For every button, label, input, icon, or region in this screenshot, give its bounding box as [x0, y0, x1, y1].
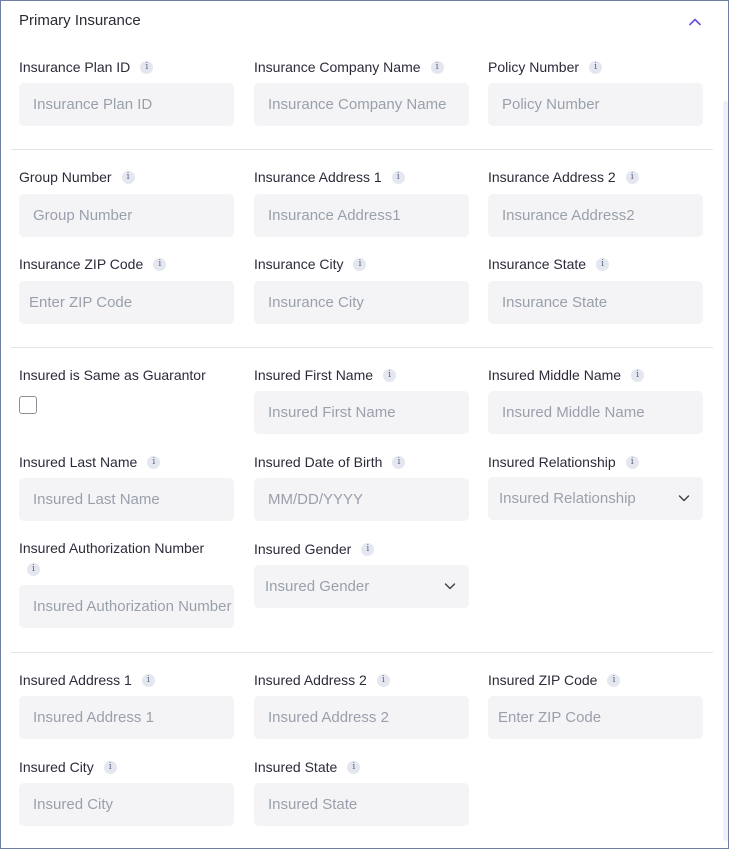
label: Insured City: [19, 759, 94, 775]
label: Insured is Same as Guarantor: [19, 367, 206, 383]
insured-dob-input[interactable]: MM/DD/YYYY: [254, 478, 469, 521]
info-icon[interactable]: i: [347, 760, 361, 774]
label: Insured Last Name: [19, 454, 138, 470]
info-icon[interactable]: i: [147, 455, 161, 469]
label: Insurance Company Name: [254, 59, 421, 75]
info-icon[interactable]: i: [361, 542, 375, 556]
label: Insured Authorization Number: [19, 540, 205, 556]
policy-number-input[interactable]: Policy Number: [488, 83, 703, 126]
info-icon[interactable]: i: [27, 562, 40, 576]
label: Insured Address 2: [254, 672, 367, 688]
info-icon[interactable]: i: [625, 455, 639, 469]
select-value: Insured Gender: [265, 578, 370, 595]
insured-state-input[interactable]: Insured State: [254, 783, 469, 826]
primary-insurance-panel: Primary Insurance Insurance Plan ID i Ins…: [0, 0, 729, 849]
label: Insured Address 1: [19, 672, 132, 688]
insured-middle-name-input[interactable]: Insured Middle Name: [488, 391, 703, 434]
divider: [11, 347, 713, 348]
info-icon[interactable]: i: [141, 673, 155, 687]
info-icon[interactable]: i: [589, 60, 603, 74]
label: Insured Gender: [254, 541, 352, 557]
insured-first-name-input[interactable]: Insured First Name: [254, 391, 469, 434]
info-icon[interactable]: i: [121, 170, 135, 184]
info-icon[interactable]: i: [140, 60, 154, 74]
info-icon[interactable]: i: [383, 368, 397, 382]
company-name-input[interactable]: Insurance Company Name: [254, 83, 469, 126]
info-icon[interactable]: i: [391, 170, 405, 184]
chevron-down-icon: [678, 495, 690, 502]
insurance-address1-input[interactable]: Insurance Address1: [254, 194, 469, 237]
scrollbar[interactable]: [723, 101, 728, 841]
insured-zip-input[interactable]: Enter ZIP Code: [488, 696, 703, 739]
chevron-up-icon[interactable]: [687, 14, 703, 30]
info-icon[interactable]: i: [430, 60, 444, 74]
insurance-state-input[interactable]: Insurance State: [488, 281, 703, 324]
insurance-city-input[interactable]: Insurance City: [254, 281, 469, 324]
panel-header[interactable]: Primary Insurance: [19, 12, 709, 32]
insured-gender-select[interactable]: Insured Gender: [254, 565, 469, 608]
label: Group Number: [19, 169, 112, 185]
divider: [11, 652, 713, 653]
label: Insurance Address 2: [488, 169, 616, 185]
label: Insurance Address 1: [254, 169, 382, 185]
insured-auth-number-input[interactable]: Insured Authorization Number: [19, 585, 234, 628]
label: Policy Number: [488, 59, 580, 75]
label: Insured State: [254, 759, 338, 775]
label: Insurance Plan ID: [19, 59, 131, 75]
insured-address2-input[interactable]: Insured Address 2: [254, 696, 469, 739]
label: Insurance ZIP Code: [19, 256, 144, 272]
info-icon[interactable]: i: [353, 257, 367, 271]
info-icon[interactable]: i: [596, 257, 610, 271]
same-as-guarantor-checkbox[interactable]: [19, 396, 37, 414]
insurance-zip-input[interactable]: Enter ZIP Code: [19, 281, 234, 324]
info-icon[interactable]: i: [625, 170, 639, 184]
panel-title: Primary Insurance: [19, 12, 141, 29]
info-icon[interactable]: i: [631, 368, 645, 382]
chevron-down-icon: [444, 583, 456, 590]
label: Insured ZIP Code: [488, 672, 598, 688]
info-icon[interactable]: i: [153, 257, 167, 271]
insured-last-name-input[interactable]: Insured Last Name: [19, 478, 234, 521]
info-icon[interactable]: i: [392, 455, 406, 469]
plan-id-input[interactable]: Insurance Plan ID: [19, 83, 234, 126]
label: Insured First Name: [254, 367, 374, 383]
group-number-input[interactable]: Group Number: [19, 194, 234, 237]
select-value: Insured Relationship: [499, 490, 636, 507]
label: Insured Date of Birth: [254, 454, 383, 470]
info-icon[interactable]: i: [607, 673, 621, 687]
divider: [11, 149, 713, 150]
insured-city-input[interactable]: Insured City: [19, 783, 234, 826]
label: Insured Relationship: [488, 454, 616, 470]
info-icon[interactable]: i: [103, 760, 117, 774]
label: Insured Middle Name: [488, 367, 622, 383]
insurance-address2-input[interactable]: Insurance Address2: [488, 194, 703, 237]
insured-address1-input[interactable]: Insured Address 1: [19, 696, 234, 739]
label: Insurance State: [488, 256, 587, 272]
label: Insurance City: [254, 256, 344, 272]
info-icon[interactable]: i: [376, 673, 390, 687]
insured-relationship-select[interactable]: Insured Relationship: [488, 477, 703, 520]
